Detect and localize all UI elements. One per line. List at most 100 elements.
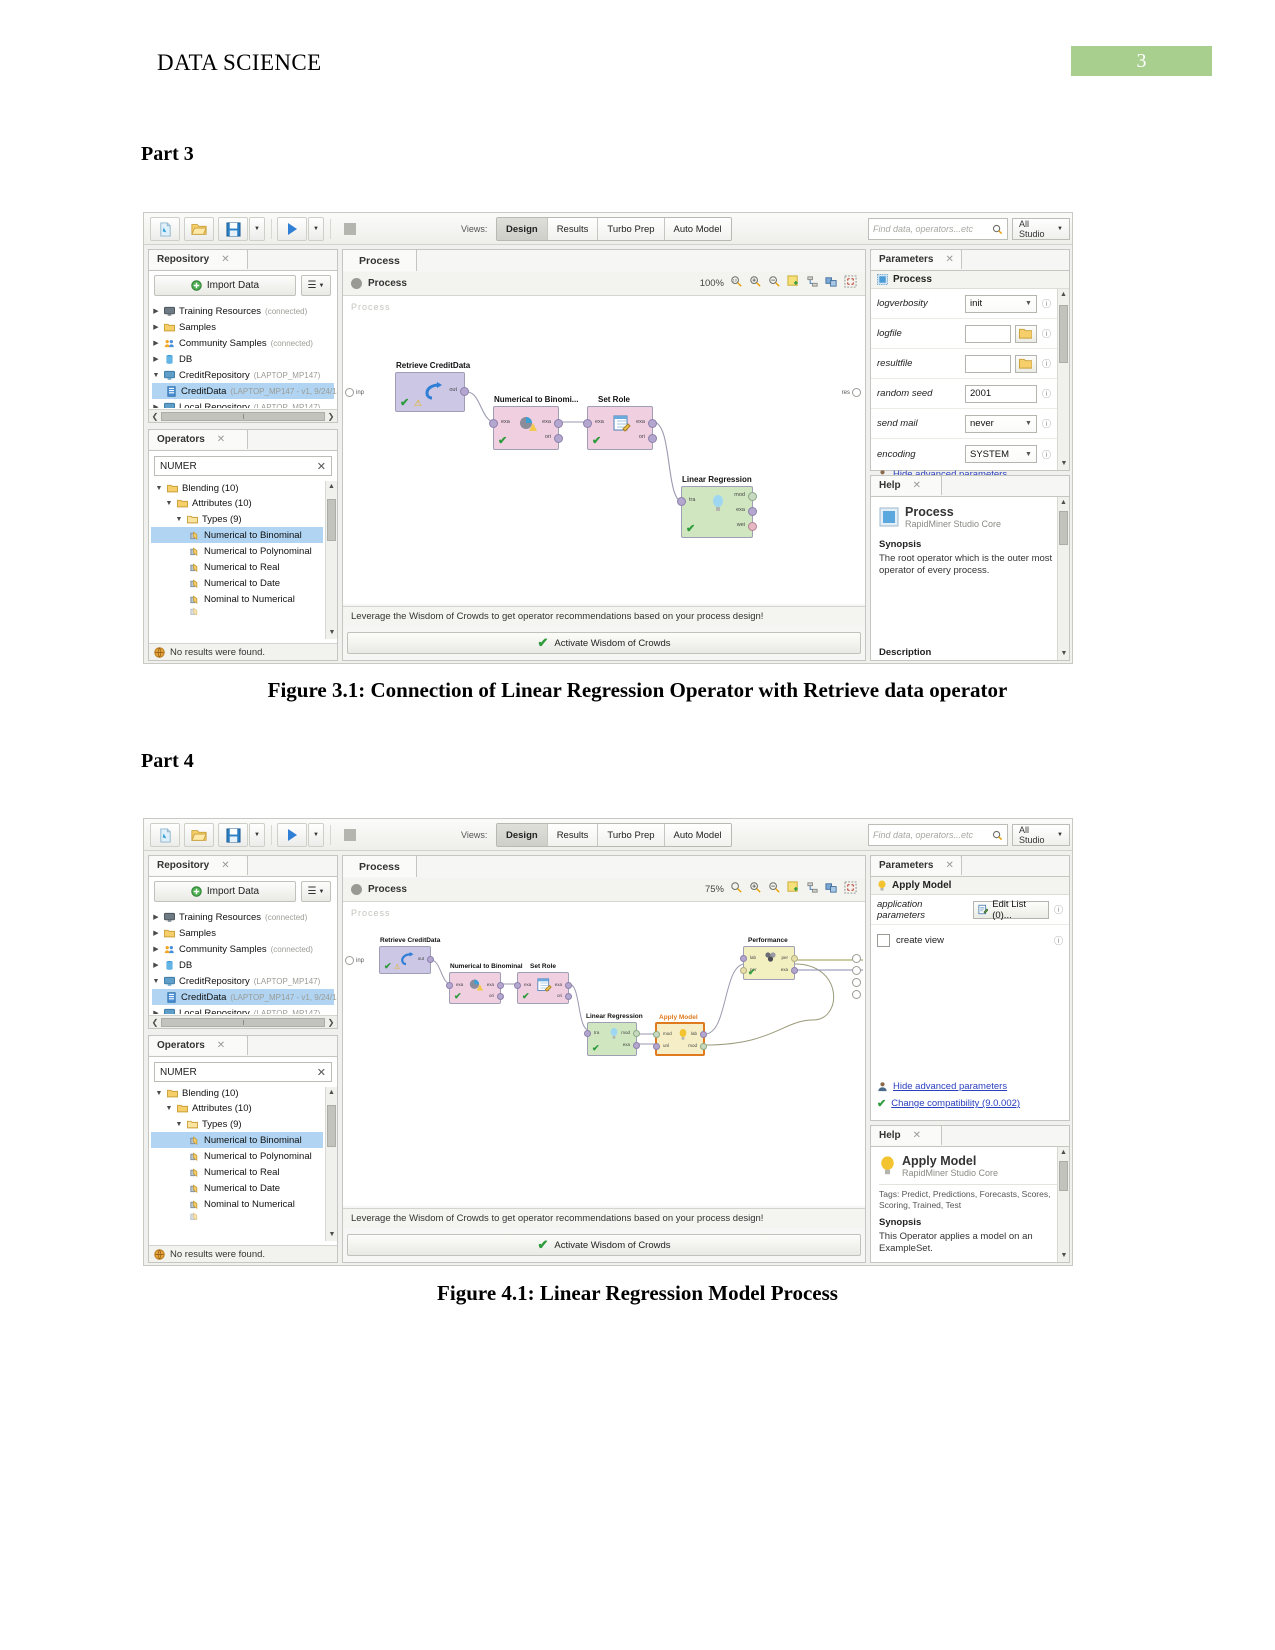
repository-tab[interactable]: Repository ✕ bbox=[148, 249, 248, 269]
operator-numerical-to-binominal[interactable]: Numerical to Binominal exa exa ori ✔ bbox=[446, 963, 523, 1004]
operator-tree-2[interactable]: ▼ Blending (10) ▼ Attributes (10) ▼ Type… bbox=[151, 1087, 323, 1241]
import-data-button[interactable]: Import Data bbox=[154, 881, 296, 902]
scroll-down-icon[interactable]: ▼ bbox=[1058, 648, 1070, 660]
tab-design[interactable]: Design bbox=[497, 218, 548, 240]
scroll-thumb[interactable] bbox=[1059, 1161, 1068, 1191]
op-group-attributes[interactable]: ▼ Attributes (10) bbox=[151, 495, 323, 511]
port-out-ori[interactable] bbox=[497, 993, 504, 1000]
global-search-input[interactable]: Find data, operators...etc bbox=[868, 218, 1008, 240]
save-dropdown-button[interactable]: ▼ bbox=[249, 823, 265, 847]
view-tabs-2[interactable]: Design Results Turbo Prep Auto Model bbox=[496, 823, 732, 847]
port-out-mod[interactable] bbox=[633, 1030, 640, 1037]
operator-set-role[interactable]: Set Role exa exa ori ✔ bbox=[583, 395, 657, 450]
import-data-button[interactable]: Import Data bbox=[154, 275, 296, 296]
repo-item-local-repository[interactable]: ▶ Local Repository (LAPTOP_MP147) bbox=[152, 399, 334, 408]
repo-item-training-resources[interactable]: ▶ Training Resources (connected) bbox=[152, 909, 334, 925]
hide-advanced-parameters-link[interactable]: Hide advanced parameters bbox=[877, 1081, 1007, 1092]
param-row-random-seed[interactable]: random seed 2001 ⓘ bbox=[871, 379, 1057, 409]
operator-apply-model[interactable]: Apply Model mod unl lab mod bbox=[653, 1014, 707, 1056]
scroll-thumb[interactable] bbox=[327, 1105, 336, 1147]
op-item-numerical-to-polynominal[interactable]: Numerical to Polynominal bbox=[151, 543, 323, 559]
chevron-down-icon[interactable]: ▼ bbox=[155, 1090, 163, 1097]
port-out-ori[interactable] bbox=[648, 434, 657, 443]
info-icon[interactable]: ⓘ bbox=[1042, 327, 1051, 340]
repo-item-community-samples[interactable]: ▶ Community Samples (connected) bbox=[152, 941, 334, 957]
repo-item-db[interactable]: ▶ DB bbox=[152, 351, 334, 367]
repository-tree-2[interactable]: ▶ Training Resources (connected) ▶ Sampl… bbox=[149, 907, 337, 1014]
operator-set-role[interactable]: Set Role exa exa ori ✔ bbox=[514, 963, 572, 1004]
open-process-button[interactable] bbox=[184, 823, 214, 847]
parameters-tab[interactable]: Parameters ✕ bbox=[870, 249, 962, 269]
op-item-nominal-to-numerical[interactable]: Nominal to Numerical bbox=[151, 591, 323, 607]
chevron-down-icon[interactable]: ▼ bbox=[165, 1105, 173, 1112]
op-item-numerical-to-date[interactable]: Numerical to Date bbox=[151, 575, 323, 591]
port-out-per[interactable] bbox=[791, 955, 798, 962]
help-vscrollbar-1[interactable]: ▲ ▼ bbox=[1057, 497, 1069, 660]
tab-results[interactable]: Results bbox=[547, 824, 599, 846]
chevron-right-icon[interactable]: ▶ bbox=[152, 913, 160, 921]
run-dropdown-button[interactable]: ▼ bbox=[308, 823, 324, 847]
tab-results[interactable]: Results bbox=[547, 218, 599, 240]
stop-process-button[interactable] bbox=[336, 823, 364, 847]
process-result-port-4[interactable] bbox=[852, 990, 861, 999]
operator-search-input[interactable]: NUMER ✕ bbox=[154, 456, 332, 476]
port-in-per[interactable] bbox=[740, 967, 747, 974]
new-process-button[interactable] bbox=[150, 823, 180, 847]
tab-auto-model[interactable]: Auto Model bbox=[664, 824, 731, 846]
scroll-down-icon[interactable]: ▼ bbox=[326, 1229, 338, 1241]
repository-tree-1[interactable]: ▶ Training Resources (connected) ▶ Sampl… bbox=[149, 301, 337, 408]
chevron-right-icon[interactable]: ▶ bbox=[152, 403, 160, 408]
op-group-types[interactable]: ▼ Types (9) bbox=[151, 511, 323, 527]
process-canvas-2[interactable]: Process inp Retrieve CreditData out ✔ ⚠ … bbox=[343, 902, 865, 1206]
tab-design[interactable]: Design bbox=[497, 824, 548, 846]
port-out-exa[interactable] bbox=[748, 507, 757, 516]
chevron-right-icon[interactable]: ▶ bbox=[152, 929, 160, 937]
operators-vscrollbar[interactable]: ▲ ▼ bbox=[325, 481, 337, 639]
port-in-exa[interactable] bbox=[446, 982, 453, 989]
save-process-button[interactable] bbox=[218, 823, 248, 847]
edit-list-button[interactable]: Edit List (0)... bbox=[973, 899, 1049, 921]
operator-retrieve-creditdata[interactable]: Retrieve CreditData out ✔ ⚠ bbox=[379, 937, 440, 974]
chevron-right-icon[interactable]: ▶ bbox=[152, 945, 160, 953]
port-in-mod[interactable] bbox=[653, 1031, 660, 1038]
chevron-right-icon[interactable]: ▶ bbox=[152, 961, 160, 969]
global-search-input[interactable]: Find data, operators...etc bbox=[868, 824, 1008, 846]
info-icon[interactable]: ⓘ bbox=[1054, 903, 1063, 916]
help-vscrollbar-2[interactable]: ▲ ▼ bbox=[1057, 1147, 1069, 1262]
close-icon[interactable]: ✕ bbox=[913, 1130, 921, 1141]
op-item-numerical-to-binominal[interactable]: Numerical to Binominal bbox=[151, 1132, 323, 1148]
param-row-resultfile[interactable]: resultfile ⓘ bbox=[871, 349, 1057, 379]
port-in-exa[interactable] bbox=[489, 419, 498, 428]
clear-search-icon[interactable]: ✕ bbox=[317, 1066, 326, 1079]
port-in-exa[interactable] bbox=[583, 419, 592, 428]
zoom-out-icon[interactable] bbox=[768, 275, 781, 293]
scroll-up-icon[interactable]: ▲ bbox=[1058, 1147, 1069, 1159]
run-process-button[interactable] bbox=[277, 823, 307, 847]
fit-to-screen-icon[interactable] bbox=[844, 880, 857, 899]
add-note-icon[interactable] bbox=[787, 274, 800, 293]
repo-item-db[interactable]: ▶ DB bbox=[152, 957, 334, 973]
port-out-mod[interactable] bbox=[700, 1043, 707, 1050]
browse-resultfile-button[interactable] bbox=[1014, 354, 1037, 373]
op-item-nominal-to-numerical[interactable]: Nominal to Numerical bbox=[151, 1196, 323, 1212]
param-row-encoding[interactable]: encoding SYSTEM ▼ ⓘ bbox=[871, 439, 1057, 469]
chevron-down-icon[interactable]: ▼ bbox=[1025, 420, 1032, 427]
process-tab-2[interactable]: Process bbox=[342, 855, 417, 877]
port-out-ori[interactable] bbox=[554, 434, 563, 443]
close-icon[interactable]: ✕ bbox=[221, 860, 229, 871]
param-value-random-seed[interactable]: 2001 bbox=[965, 384, 1037, 403]
repository-menu-button[interactable]: ☰ ▼ bbox=[301, 275, 331, 296]
info-icon[interactable]: ⓘ bbox=[1042, 448, 1051, 461]
chevron-down-icon[interactable]: ▼ bbox=[152, 978, 160, 985]
op-item-numerical-to-real[interactable]: Numerical to Real bbox=[151, 1164, 323, 1180]
add-note-icon[interactable] bbox=[787, 880, 800, 899]
port-out-wei[interactable] bbox=[748, 522, 757, 531]
chevron-right-icon[interactable]: ▶ bbox=[152, 1009, 160, 1014]
param-row-logfile[interactable]: logfile ⓘ bbox=[871, 319, 1057, 349]
chevron-right-icon[interactable]: ▶ bbox=[152, 307, 160, 315]
tab-turbo-prep[interactable]: Turbo Prep bbox=[598, 824, 665, 846]
scroll-up-icon[interactable]: ▲ bbox=[326, 481, 337, 493]
run-dropdown-button[interactable]: ▼ bbox=[308, 217, 324, 241]
param-row-logverbosity[interactable]: logverbosity init ▼ ⓘ bbox=[871, 289, 1057, 319]
process-tab-1[interactable]: Process bbox=[342, 249, 417, 271]
